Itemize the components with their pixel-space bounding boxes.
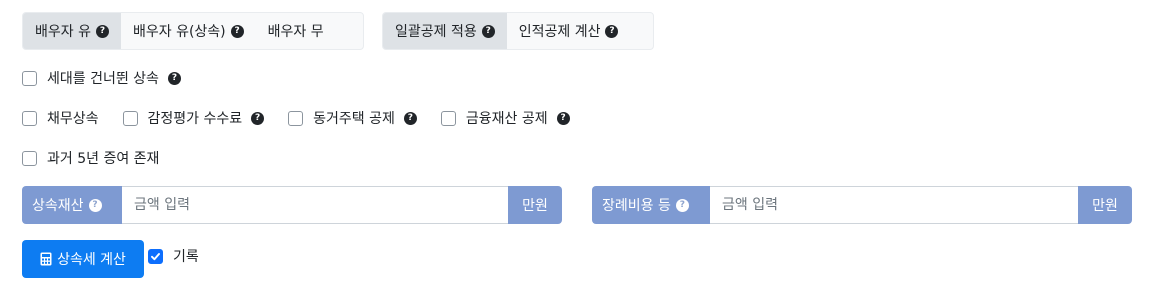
spouse-yes-inherit-button[interactable]: 배우자 유(상속) ? [121, 13, 256, 49]
spouse-no-label: 배우자 무 [267, 24, 324, 40]
cohabit-house-label: 동거주택 공제 [313, 111, 395, 127]
past-gift-checkbox[interactable]: 과거 5년 증여 존재 [22, 148, 159, 168]
generation-skip-checkbox[interactable]: 세대를 건너뛴 상속 ? [22, 68, 181, 88]
spouse-no-button[interactable]: 배우자 무 [256, 13, 336, 49]
funeral-unit: 만원 [1078, 186, 1132, 224]
debt-label: 채무상속 [47, 111, 99, 127]
past-gift-label: 과거 5년 증여 존재 [47, 151, 160, 167]
help-icon[interactable]: ? [88, 198, 102, 212]
inheritance-tax-calculator: 배우자 유 ? 배우자 유(상속) ? 배우자 무 일괄공제 적용 ? 인적공제… [0, 0, 1152, 288]
debt-checkbox[interactable]: 채무상속 [22, 108, 99, 128]
personal-deduction-button[interactable]: 인적공제 계산 ? [507, 13, 631, 49]
cohabit-house-checkbox[interactable]: 동거주택 공제 ? [288, 108, 417, 128]
calculator-icon [40, 252, 52, 266]
checkbox-box[interactable] [122, 110, 138, 126]
spouse-yes-button[interactable]: 배우자 유 ? [23, 13, 121, 49]
deduction-toggle-group: 일괄공제 적용 ? 인적공제 계산 ? [382, 12, 654, 50]
estate-input-group: 상속재산 ? 만원 [22, 186, 562, 224]
funeral-input-group: 장례비용 등 ? 만원 [592, 186, 1132, 224]
appraisal-fee-label: 감정평가 수수료 [147, 111, 243, 127]
help-icon[interactable]: ? [556, 111, 570, 125]
checkbox-box[interactable] [148, 248, 163, 264]
checkbox-box[interactable] [288, 110, 304, 126]
help-icon[interactable]: ? [95, 24, 109, 38]
personal-deduction-label: 인적공제 계산 [518, 24, 601, 40]
checkbox-box[interactable] [22, 70, 37, 86]
help-icon[interactable]: ? [230, 24, 244, 38]
help-icon[interactable]: ? [481, 24, 495, 38]
checkbox-box[interactable] [440, 110, 456, 126]
funeral-label: 장례비용 등 ? [592, 186, 710, 224]
help-icon[interactable]: ? [167, 71, 181, 85]
help-icon[interactable]: ? [675, 198, 689, 212]
appraisal-fee-checkbox[interactable]: 감정평가 수수료 ? [122, 108, 265, 128]
spouse-yes-label: 배우자 유 [35, 24, 91, 40]
checkbox-box[interactable] [22, 110, 37, 126]
check-icon [151, 252, 160, 260]
help-icon[interactable]: ? [403, 111, 417, 125]
calculate-tax-label: 상속세 계산 [57, 252, 126, 268]
record-label: 기록 [173, 249, 199, 265]
past-gift-row: 과거 5년 증여 존재 [22, 147, 183, 169]
record-checkbox[interactable]: 기록 [148, 246, 199, 266]
calculate-tax-button[interactable]: 상속세 계산 [22, 240, 144, 278]
lump-sum-deduction-button[interactable]: 일괄공제 적용 ? [383, 13, 507, 49]
estate-amount-input[interactable] [122, 186, 508, 224]
spouse-toggle-group: 배우자 유 ? 배우자 유(상속) ? 배우자 무 [22, 12, 364, 50]
funeral-amount-input[interactable] [710, 186, 1078, 224]
help-icon[interactable]: ? [605, 24, 619, 38]
options-row: 채무상속 감정평가 수수료 ? 동거주택 공제 ? 금융재산 공제 ? [22, 107, 594, 129]
estate-label: 상속재산 ? [22, 186, 122, 224]
estate-label-text: 상속재산 [32, 198, 84, 214]
generation-skip-label: 세대를 건너뛴 상속 [47, 71, 159, 87]
financial-asset-label: 금융재산 공제 [465, 111, 548, 127]
estate-unit: 만원 [508, 186, 562, 224]
lump-sum-deduction-label: 일괄공제 적용 [395, 24, 477, 40]
checkbox-box[interactable] [22, 150, 37, 166]
generation-skip-row: 세대를 건너뛴 상속 ? [22, 67, 205, 89]
help-icon[interactable]: ? [251, 111, 265, 125]
financial-asset-checkbox[interactable]: 금융재산 공제 ? [440, 108, 570, 128]
funeral-label-text: 장례비용 등 [602, 198, 671, 214]
spouse-yes-inherit-label: 배우자 유(상속) [132, 24, 226, 40]
